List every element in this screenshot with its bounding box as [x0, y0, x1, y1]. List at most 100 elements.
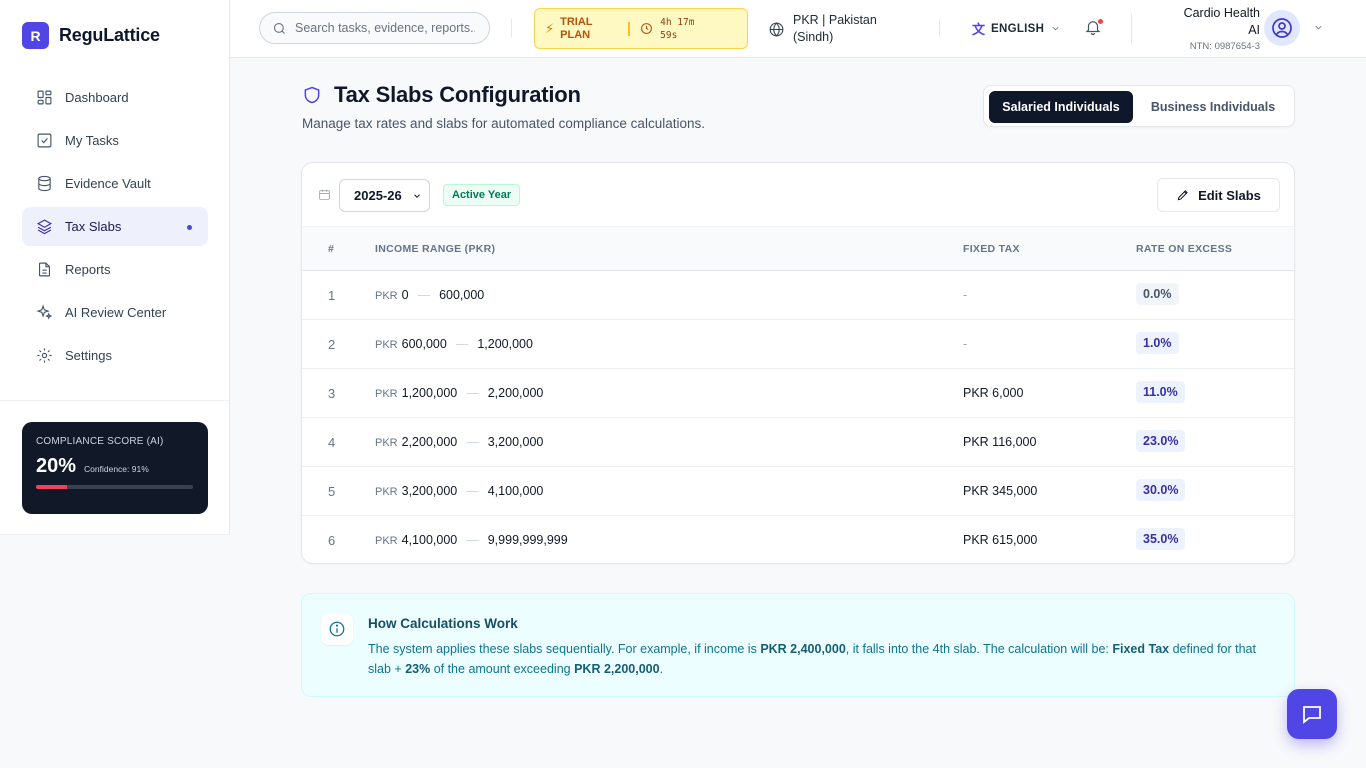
- sidebar-item-evidence-vault[interactable]: Evidence Vault: [22, 164, 208, 203]
- tax-slabs-card: 2025-26 Active Year Edit Slabs # INCOME …: [301, 162, 1295, 564]
- brand-name: ReguLattice: [59, 25, 160, 45]
- slab-number: 4: [328, 435, 336, 450]
- rate-badge: 30.0%: [1136, 479, 1186, 501]
- database-icon: [38, 175, 51, 192]
- notifications-button[interactable]: [1084, 18, 1104, 38]
- currency-label: PKR: [375, 486, 398, 498]
- range-separator: —: [417, 288, 431, 302]
- info-highlight: Fixed Tax: [1112, 642, 1170, 656]
- chevron-down-icon[interactable]: [1313, 22, 1324, 33]
- calculation-info-box: How Calculations Work The system applies…: [301, 593, 1295, 697]
- chevron-down-icon: [1052, 26, 1059, 31]
- language-selector[interactable]: 文 ENGLISH: [972, 19, 1061, 38]
- avatar[interactable]: [1264, 10, 1300, 46]
- brand[interactable]: R ReguLattice: [22, 22, 160, 49]
- info-text: , it falls into the 4th slab. The calcul…: [845, 642, 1113, 656]
- trial-plan-label: TRIAL PLAN: [560, 15, 593, 41]
- fixed-tax: PKR 116,000: [963, 435, 1037, 449]
- info-highlight: PKR 2,400,000: [760, 642, 846, 656]
- table-header: # INCOME RANGE (PKR) FIXED TAX RATE ON E…: [302, 227, 1294, 271]
- range-from: 1,200,000: [401, 386, 458, 400]
- slab-number: 1: [328, 288, 336, 303]
- chat-button[interactable]: [1287, 689, 1337, 739]
- header-divider: [511, 19, 512, 37]
- sidebar-item-label: Dashboard: [65, 90, 129, 105]
- score-title: COMPLIANCE SCORE (AI): [36, 436, 164, 447]
- currency-label: PKR: [375, 535, 398, 547]
- range-separator: —: [466, 435, 479, 449]
- sidebar: R ReguLattice Dashboard My Tasks Evidenc…: [0, 0, 230, 535]
- range-from: 4,100,000: [401, 533, 458, 547]
- compliance-score-card[interactable]: COMPLIANCE SCORE (AI) 20% Confidence: 91…: [22, 422, 208, 514]
- sidebar-item-reports[interactable]: Reports: [22, 250, 208, 289]
- range-separator: —: [466, 533, 479, 547]
- range-to: 600,000: [439, 288, 485, 302]
- user-info[interactable]: Cardio Health AI NTN: 0987654-3: [1170, 5, 1260, 52]
- score-value: 20%: [36, 455, 77, 477]
- page-header: Tax Slabs Configuration Manage tax rates…: [302, 82, 705, 131]
- column-header-fixed-tax: FIXED TAX: [963, 243, 1020, 255]
- column-header-rate: RATE ON EXCESS: [1136, 243, 1233, 255]
- income-range: PKR 2,200,000 — 3,200,000: [375, 435, 543, 449]
- region-label: PKR | Pakistan (Sindh): [793, 13, 877, 44]
- sidebar-item-tax-slabs[interactable]: Tax Slabs: [22, 207, 208, 246]
- table-row: 3 PKR 1,200,000 — 2,200,000 PKR 6,000 11.0%: [302, 369, 1294, 418]
- range-to: 9,999,999,999: [487, 533, 568, 547]
- tab-business-individuals[interactable]: Business Individuals: [1137, 91, 1289, 123]
- slab-number: 6: [328, 533, 336, 548]
- sidebar-item-settings[interactable]: Settings: [22, 336, 208, 375]
- table-body: 1 PKR 0—600,000 - 0.0% 2 PKR 600,000—1,200…: [302, 271, 1294, 563]
- range-from: 3,200,000: [401, 484, 458, 498]
- search-box[interactable]: [259, 12, 490, 44]
- trial-plan-banner[interactable]: ⚡ TRIAL PLAN 4h 17m 59s: [534, 8, 748, 49]
- checkbox-icon: [37, 133, 52, 148]
- sparkles-icon: [36, 304, 53, 320]
- table-row: 6 PKR 4,100,000 — 9,999,999,999 PKR 615,000…: [302, 516, 1294, 563]
- bolt-icon: ⚡: [545, 20, 555, 36]
- card-toolbar: 2025-26 Active Year Edit Slabs: [302, 163, 1294, 227]
- info-body: The system applies these slabs sequentia…: [368, 639, 1268, 679]
- top-header: ⚡ TRIAL PLAN 4h 17m 59s PKR | Pakistan (…: [230, 0, 1366, 58]
- sidebar-item-my-tasks[interactable]: My Tasks: [22, 121, 208, 160]
- sidebar-item-ai-review-center[interactable]: AI Review Center: [22, 293, 208, 332]
- sidebar-item-dashboard[interactable]: Dashboard: [22, 78, 208, 117]
- slab-number: 3: [328, 386, 336, 401]
- search-input[interactable]: [295, 21, 475, 35]
- tab-salaried-individuals[interactable]: Salaried Individuals: [989, 91, 1133, 123]
- table-row: 2 PKR 600,000 — 1,200,000 - 1.0%: [302, 320, 1294, 369]
- range-separator: —: [455, 337, 469, 351]
- sidebar-divider: [0, 400, 229, 401]
- sidebar-item-label: My Tasks: [65, 133, 119, 148]
- score-confidence: Confidence: 91%: [84, 464, 149, 474]
- rate-badge: 35.0%: [1136, 528, 1186, 550]
- currency-label: PKR: [375, 339, 398, 351]
- calendar-icon: [319, 189, 330, 200]
- score-progress-bar: [36, 485, 193, 489]
- income-range: PKR 3,200,000 — 4,100,000: [375, 484, 543, 498]
- info-highlight: 23%: [405, 662, 431, 676]
- income-range: PKR 4,100,000 — 9,999,999,999: [375, 533, 568, 547]
- trial-countdown: 4h 17m 59s: [660, 16, 695, 41]
- edit-slabs-button[interactable]: Edit Slabs: [1157, 178, 1280, 212]
- info-text: The system applies these slabs sequentia…: [368, 642, 761, 656]
- income-range: PKR 1,200,000 — 2,200,000: [375, 386, 543, 400]
- fixed-tax: PKR 615,000: [963, 533, 1038, 547]
- region-selector[interactable]: PKR | Pakistan (Sindh): [768, 12, 883, 46]
- income-range: PKR 0 — 600,000: [375, 288, 484, 302]
- taxpayer-type-toggle: Salaried Individuals Business Individual…: [983, 85, 1295, 127]
- column-header-number: #: [328, 243, 335, 255]
- brand-logo: R: [22, 22, 49, 49]
- range-separator: —: [466, 484, 479, 498]
- sidebar-item-label: Evidence Vault: [65, 176, 151, 191]
- clock-icon: [641, 23, 653, 34]
- income-range: PKR 600,000 — 1,200,000: [375, 337, 533, 351]
- user-name: Cardio Health AI: [1183, 6, 1260, 37]
- tax-year-select[interactable]: 2025-26: [339, 179, 430, 212]
- user-ntn: NTN: 0987654-3: [1189, 41, 1260, 52]
- range-to: 3,200,000: [487, 435, 544, 449]
- search-icon: [273, 22, 285, 34]
- range-to: 2,200,000: [487, 386, 544, 400]
- shield-icon: [304, 86, 320, 104]
- dashboard-icon: [37, 90, 52, 105]
- chat-icon: [1303, 706, 1321, 724]
